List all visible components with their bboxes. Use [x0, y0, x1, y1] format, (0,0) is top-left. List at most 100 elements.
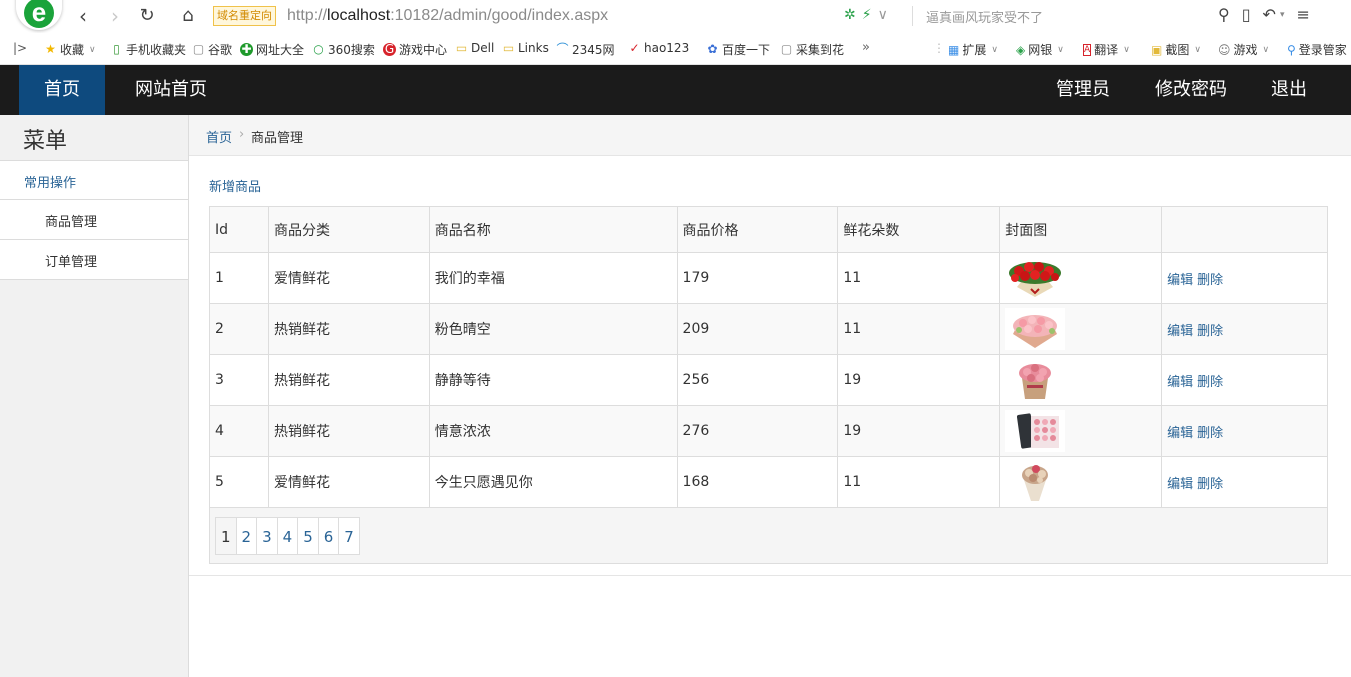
chevron-down-icon[interactable]: ∨: [878, 7, 888, 23]
bookmark-links[interactable]: ▭ Links: [502, 41, 549, 55]
cell-category: 热销鲜花: [267, 303, 430, 355]
bookmark-hao123[interactable]: ✓ hao123: [628, 41, 689, 55]
edit-link[interactable]: 编辑: [1167, 273, 1193, 288]
bookmark-games[interactable]: G 游戏中心: [383, 41, 447, 58]
bookmark-dell[interactable]: ▭ Dell: [455, 41, 494, 55]
cell-name: 我们的幸福: [428, 252, 678, 304]
redirect-badge[interactable]: 域名重定向: [213, 6, 276, 26]
cell-name: 粉色晴空: [428, 303, 678, 355]
cell-category: 爱情鲜花: [267, 456, 430, 508]
page-link[interactable]: 6: [318, 516, 340, 555]
nav-site-home[interactable]: 网站首页: [135, 65, 207, 115]
lightning-icon[interactable]: ⚡: [862, 7, 872, 23]
page-link[interactable]: 2: [236, 516, 258, 555]
cover-thumbnail-pink-box: [1019, 364, 1052, 399]
sidebar-group[interactable]: 常用操作: [0, 160, 188, 200]
home-icon[interactable]: ⌂: [177, 5, 199, 27]
folder-icon: ▭: [455, 40, 468, 55]
chevron-down-icon: ∨: [1262, 44, 1270, 55]
chevron-down-icon: ∨: [991, 44, 998, 55]
bookmarks-more-button[interactable]: »: [862, 40, 870, 55]
header-actions: [1161, 206, 1328, 253]
undo-icon[interactable]: ↶: [1263, 5, 1276, 25]
delete-link[interactable]: 删除: [1197, 324, 1223, 339]
2345-icon: ⌒: [556, 42, 569, 56]
sidebar-title: 菜单: [23, 129, 68, 154]
gamepad-icon: ☺: [1218, 42, 1231, 57]
tool-login[interactable]: ⚲ 登录管家: [1287, 41, 1347, 58]
sidebar-item-orders[interactable]: 订单管理: [0, 240, 188, 280]
bookmark-favorites[interactable]: ★ 收藏 ∨: [44, 41, 96, 58]
cell-price: 276: [676, 405, 839, 457]
sidebar-toggle-icon[interactable]: |>: [13, 41, 27, 55]
nav-logout[interactable]: 退出: [1271, 65, 1307, 115]
menu-icon[interactable]: ≡: [1296, 5, 1309, 25]
forward-icon[interactable]: ›: [104, 5, 126, 27]
table-header-row: Id 商品分类 商品名称 商品价格 鲜花朵数 封面图: [209, 206, 1328, 253]
page-link[interactable]: 4: [277, 516, 299, 555]
delete-link[interactable]: 删除: [1197, 477, 1223, 492]
cover-thumbnail-cream-bouquet: [1022, 465, 1049, 501]
search-suggestion[interactable]: 逼真画风玩家受不了: [926, 7, 1043, 26]
cell-count: 19: [837, 354, 1001, 406]
tool-bank[interactable]: ◈ 网银 ∨: [1016, 41, 1064, 58]
browser-logo[interactable]: e: [16, 0, 62, 30]
edit-link[interactable]: 编辑: [1167, 324, 1193, 339]
game-icon: G: [383, 42, 396, 56]
add-goods-link[interactable]: 新增商品: [209, 176, 261, 195]
nav-home[interactable]: 首页: [19, 65, 105, 115]
screenshot-icon: ▣: [1151, 42, 1163, 57]
cell-price: 256: [676, 354, 839, 406]
nav-admin[interactable]: 管理员: [1056, 65, 1110, 115]
breadcrumb-separator: ›: [239, 127, 245, 142]
bookmark-caiji[interactable]: ▢ 采集到花: [780, 41, 844, 58]
edit-link[interactable]: 编辑: [1167, 426, 1193, 441]
cell-id: 3: [209, 354, 269, 406]
address-icons: ✲ ⚡ ∨: [844, 7, 888, 23]
cell-id: 1: [209, 252, 269, 304]
edit-link[interactable]: 编辑: [1167, 477, 1193, 492]
bookmark-2345[interactable]: ⌒ 2345网: [556, 41, 614, 58]
refresh-icon[interactable]: ↻: [136, 5, 158, 27]
cell-actions: 编辑 删除: [1161, 303, 1328, 355]
cell-cover: [999, 252, 1163, 304]
url-path: :10182/admin/good/index.aspx: [390, 7, 609, 24]
tool-screenshot[interactable]: ▣ 截图 ∨: [1151, 41, 1201, 58]
mobile-icon[interactable]: ▯: [1242, 5, 1251, 25]
delete-link[interactable]: 删除: [1197, 426, 1223, 441]
breadcrumb: 首页 › 商品管理: [189, 115, 1351, 156]
bookmark-360[interactable]: ○ 360搜索: [312, 41, 375, 58]
pager-cell: 1 2 3 4 5 6 7: [209, 507, 1328, 564]
bookmark-baidu[interactable]: ✿ 百度一下: [706, 41, 770, 58]
delete-link[interactable]: 删除: [1197, 273, 1223, 288]
tool-games[interactable]: ☺ 游戏 ∨: [1218, 41, 1269, 58]
compat-mode-icon[interactable]: ✲: [844, 7, 856, 23]
admin-topbar: 首页 网站首页 管理员 修改密码 退出: [0, 65, 1351, 115]
folder-icon: ▭: [502, 40, 515, 55]
nav-change-password[interactable]: 修改密码: [1155, 65, 1227, 115]
chevron-down-icon: ∨: [89, 44, 96, 55]
cell-id: 4: [209, 405, 269, 457]
tool-extensions[interactable]: ▦ 扩展 ∨: [948, 41, 998, 58]
back-icon[interactable]: ‹: [72, 5, 94, 27]
search-icon[interactable]: ⚲: [1218, 5, 1230, 25]
header-id: Id: [209, 206, 269, 253]
table-row: 5 爱情鲜花 今生只愿遇见你 168 11 编辑 删除: [209, 456, 1328, 508]
page-link[interactable]: 5: [298, 516, 319, 555]
delete-link[interactable]: 删除: [1197, 375, 1223, 390]
page-link[interactable]: 7: [339, 516, 360, 555]
sidebar-item-goods[interactable]: 商品管理: [0, 200, 188, 240]
header-cover: 封面图: [999, 206, 1163, 253]
bookmark-nav[interactable]: ✚ 网址大全: [240, 41, 304, 58]
breadcrumb-home[interactable]: 首页: [206, 127, 232, 146]
address-divider: [912, 6, 913, 26]
goods-table: Id 商品分类 商品名称 商品价格 鲜花朵数 封面图 1 爱情鲜花 我们的幸福 …: [209, 206, 1328, 564]
bookmark-mobile[interactable]: ▯ 手机收藏夹: [110, 41, 186, 58]
page-link[interactable]: 3: [257, 516, 278, 555]
undo-dropdown-icon[interactable]: ▾: [1280, 5, 1285, 25]
bookmark-google[interactable]: ▢ 谷歌: [192, 41, 232, 58]
tool-translate[interactable]: A 翻译 ∨: [1083, 41, 1130, 58]
header-price: 商品价格: [676, 206, 839, 253]
edit-link[interactable]: 编辑: [1167, 375, 1193, 390]
address-bar[interactable]: http://localhost:10182/admin/good/index.…: [287, 6, 608, 26]
